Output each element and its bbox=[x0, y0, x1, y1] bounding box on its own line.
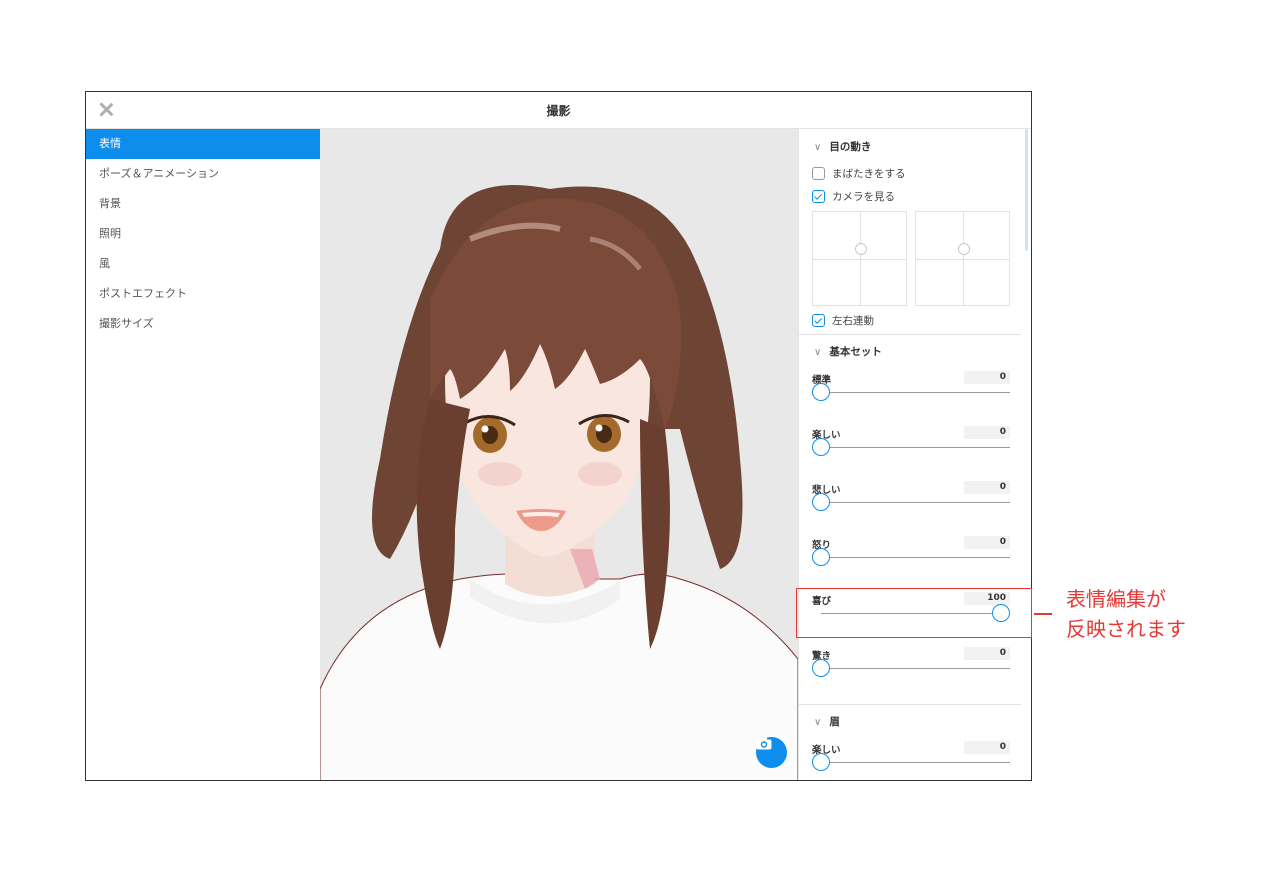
slider-knob[interactable] bbox=[812, 753, 830, 771]
slider-track[interactable] bbox=[821, 668, 1010, 669]
look-camera-checkbox-row[interactable]: カメラを見る bbox=[812, 189, 895, 204]
title-bar: 撮影 bbox=[86, 92, 1031, 129]
slider-value[interactable]: 0 bbox=[964, 536, 1010, 549]
right-eye-pad[interactable] bbox=[915, 211, 1010, 306]
slider-knob[interactable] bbox=[812, 659, 830, 677]
sidebar: 表情 ポーズ＆アニメーション 背景 照明 風 ポストエフェクト 撮影サイズ bbox=[86, 129, 320, 780]
sync-label: 左右連動 bbox=[832, 315, 874, 327]
sidebar-item-photo-size[interactable]: 撮影サイズ bbox=[86, 309, 320, 339]
annotation-text: 表情編集が 反映されます bbox=[1066, 584, 1186, 644]
window-title: 撮影 bbox=[546, 104, 571, 118]
slider-value[interactable]: 0 bbox=[964, 371, 1010, 384]
chevron-down-icon: ∨ bbox=[814, 142, 822, 153]
blink-checkbox[interactable] bbox=[812, 167, 825, 180]
sidebar-item-wind[interactable]: 風 bbox=[86, 249, 320, 279]
slider-knob[interactable] bbox=[812, 438, 830, 456]
sidebar-item-expression[interactable]: 表情 bbox=[86, 129, 320, 159]
sidebar-item-background[interactable]: 背景 bbox=[86, 189, 320, 219]
left-eye-pad[interactable] bbox=[812, 211, 907, 306]
sidebar-item-pose-animation[interactable]: ポーズ＆アニメーション bbox=[86, 159, 320, 189]
slider-angry[interactable]: 怒り 0 bbox=[812, 536, 1010, 582]
slider-knob[interactable] bbox=[812, 383, 830, 401]
chevron-down-icon: ∨ bbox=[814, 717, 822, 728]
sidebar-item-post-effect[interactable]: ポストエフェクト bbox=[86, 279, 320, 309]
highlight-box bbox=[796, 588, 1032, 638]
slider-track[interactable] bbox=[821, 392, 1010, 393]
camera-button[interactable] bbox=[756, 737, 787, 768]
slider-value[interactable]: 0 bbox=[964, 426, 1010, 439]
annotation-line-1: 表情編集が bbox=[1066, 587, 1166, 611]
settings-panel[interactable]: ∨ 目の動き まばたきをする カメラを見る 左右連動 ∨ 基本セット 標準 0 bbox=[798, 129, 1031, 780]
slider-knob[interactable] bbox=[812, 493, 830, 511]
section-eye-movement[interactable]: ∨ 目の動き bbox=[814, 139, 871, 154]
left-eye-handle[interactable] bbox=[855, 243, 867, 255]
panel-scrollbar[interactable] bbox=[1025, 129, 1028, 251]
section-title: 眉 bbox=[829, 716, 840, 728]
slider-fun[interactable]: 楽しい 0 bbox=[812, 426, 1010, 472]
annotation-line-2: 反映されます bbox=[1066, 617, 1186, 641]
section-title: 基本セット bbox=[829, 346, 882, 358]
look-camera-label: カメラを見る bbox=[832, 191, 895, 203]
section-eyebrow[interactable]: ∨ 眉 bbox=[814, 714, 840, 729]
blink-checkbox-row[interactable]: まばたきをする bbox=[812, 166, 906, 181]
slider-track[interactable] bbox=[821, 557, 1010, 558]
slider-value[interactable]: 0 bbox=[964, 481, 1010, 494]
slider-track[interactable] bbox=[821, 502, 1010, 503]
sync-checkbox[interactable] bbox=[812, 314, 825, 327]
slider-knob[interactable] bbox=[812, 548, 830, 566]
look-camera-checkbox[interactable] bbox=[812, 190, 825, 203]
slider-track[interactable] bbox=[821, 447, 1010, 448]
section-basic-set[interactable]: ∨ 基本セット bbox=[814, 344, 882, 359]
camera-icon bbox=[756, 737, 772, 750]
slider-track[interactable] bbox=[821, 762, 1010, 763]
blink-label: まばたきをする bbox=[832, 168, 906, 180]
slider-value[interactable]: 0 bbox=[964, 647, 1010, 660]
divider bbox=[799, 334, 1021, 335]
slider-brow-fun[interactable]: 楽しい 0 bbox=[812, 741, 1010, 780]
slider-sad[interactable]: 悲しい 0 bbox=[812, 481, 1010, 527]
sidebar-item-lighting[interactable]: 照明 bbox=[86, 219, 320, 249]
slider-standard[interactable]: 標準 0 bbox=[812, 371, 1010, 417]
avatar-illustration bbox=[320, 185, 798, 780]
avatar-viewport[interactable] bbox=[320, 129, 798, 780]
right-eye-handle[interactable] bbox=[958, 243, 970, 255]
annotation-leader-line bbox=[1034, 613, 1052, 615]
sync-checkbox-row[interactable]: 左右連動 bbox=[812, 313, 874, 328]
chevron-down-icon: ∨ bbox=[814, 347, 822, 358]
slider-value[interactable]: 0 bbox=[964, 741, 1010, 754]
slider-surprise[interactable]: 驚き 0 bbox=[812, 647, 1010, 693]
section-title: 目の動き bbox=[829, 141, 872, 153]
divider bbox=[799, 704, 1021, 705]
photo-window: 撮影 表情 ポーズ＆アニメーション 背景 照明 風 ポストエフェクト 撮影サイズ bbox=[85, 91, 1032, 781]
